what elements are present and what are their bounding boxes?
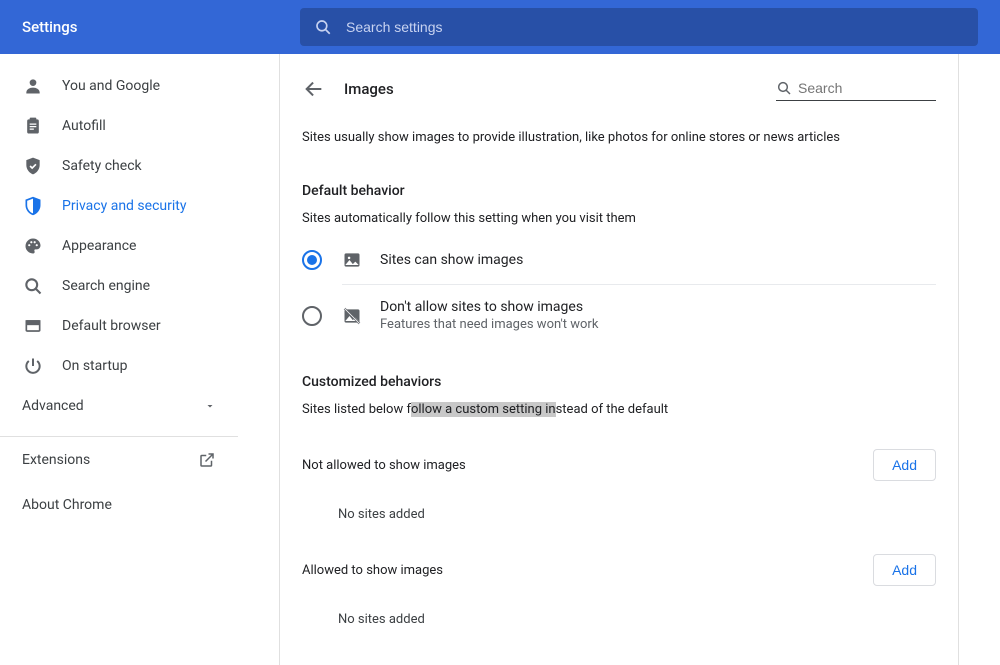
sidebar-item-label: Search engine (62, 278, 150, 294)
page-description: Sites usually show images to provide ill… (280, 109, 958, 155)
sidebar-advanced-label: Advanced (22, 398, 84, 414)
not-allowed-empty: No sites added (280, 481, 958, 532)
radio-allow-label: Sites can show images (380, 252, 523, 268)
palette-icon (22, 235, 44, 257)
sidebar-item-on-startup[interactable]: On startup (0, 346, 238, 386)
main-area: Images Sites usually show images to prov… (238, 54, 1000, 665)
sidebar-advanced[interactable]: Advanced (0, 386, 238, 426)
settings-search[interactable] (300, 8, 978, 46)
page-title: Images (344, 80, 776, 98)
page-search-input[interactable] (798, 76, 936, 100)
default-behavior-sub: Sites automatically follow this setting … (280, 205, 958, 236)
sidebar-item-label: You and Google (62, 78, 160, 94)
radio-icon (302, 306, 322, 326)
clipboard-icon (22, 115, 44, 137)
app-title: Settings (0, 18, 300, 36)
sidebar-item-safety-check[interactable]: Safety check (0, 146, 238, 186)
external-link-icon (198, 451, 216, 469)
allowed-empty: No sites added (280, 586, 958, 637)
page-header: Images (280, 70, 958, 109)
app-header: Settings (0, 0, 1000, 54)
allowed-title: Allowed to show images (302, 563, 443, 578)
not-allowed-title: Not allowed to show images (302, 458, 466, 473)
content-panel: Images Sites usually show images to prov… (279, 54, 959, 665)
default-behavior-title: Default behavior (280, 155, 958, 205)
search-icon (314, 18, 332, 36)
back-button[interactable] (302, 77, 326, 101)
sidebar: You and Google Autofill Safety check Pri… (0, 54, 238, 665)
allowed-header: Allowed to show images Add (280, 532, 958, 586)
sidebar-about[interactable]: About Chrome (0, 483, 238, 527)
sidebar-item-label: Default browser (62, 318, 161, 334)
search-icon (776, 80, 792, 96)
sidebar-extensions-label: Extensions (22, 452, 90, 468)
settings-search-input[interactable] (346, 19, 964, 35)
sidebar-item-label: On startup (62, 358, 128, 374)
sidebar-item-default-browser[interactable]: Default browser (0, 306, 238, 346)
sidebar-item-autofill[interactable]: Autofill (0, 106, 238, 146)
image-icon (342, 250, 362, 270)
sidebar-item-label: Autofill (62, 118, 106, 134)
shield-check-icon (22, 155, 44, 177)
image-off-icon (342, 306, 362, 326)
person-icon (22, 75, 44, 97)
radio-block-label: Don't allow sites to show images (380, 299, 598, 315)
add-allowed-button[interactable]: Add (873, 554, 936, 586)
page-search[interactable] (776, 76, 936, 101)
sidebar-item-privacy-security[interactable]: Privacy and security (0, 186, 238, 226)
chevron-down-icon (204, 400, 216, 412)
power-icon (22, 355, 44, 377)
not-allowed-header: Not allowed to show images Add (280, 427, 958, 481)
custom-behaviors-title: Customized behaviors (280, 346, 958, 396)
sidebar-extensions[interactable]: Extensions (0, 437, 238, 483)
text-highlight: ollow a custom setting in (411, 402, 556, 417)
custom-behaviors-sub: Sites listed below follow a custom setti… (280, 396, 958, 427)
sidebar-about-label: About Chrome (22, 497, 112, 513)
sidebar-item-label: Privacy and security (62, 198, 186, 214)
add-not-allowed-button[interactable]: Add (873, 449, 936, 481)
sidebar-item-label: Safety check (62, 158, 142, 174)
sidebar-item-appearance[interactable]: Appearance (0, 226, 238, 266)
shield-icon (22, 195, 44, 217)
search-icon (22, 275, 44, 297)
radio-block-images[interactable]: Don't allow sites to show images Feature… (280, 285, 958, 346)
browser-icon (22, 315, 44, 337)
radio-allow-images[interactable]: Sites can show images (280, 236, 958, 284)
sidebar-item-you-and-google[interactable]: You and Google (0, 66, 238, 106)
sidebar-item-label: Appearance (62, 238, 136, 254)
sidebar-item-search-engine[interactable]: Search engine (0, 266, 238, 306)
radio-icon (302, 250, 322, 270)
radio-block-sub: Features that need images won't work (380, 317, 598, 332)
